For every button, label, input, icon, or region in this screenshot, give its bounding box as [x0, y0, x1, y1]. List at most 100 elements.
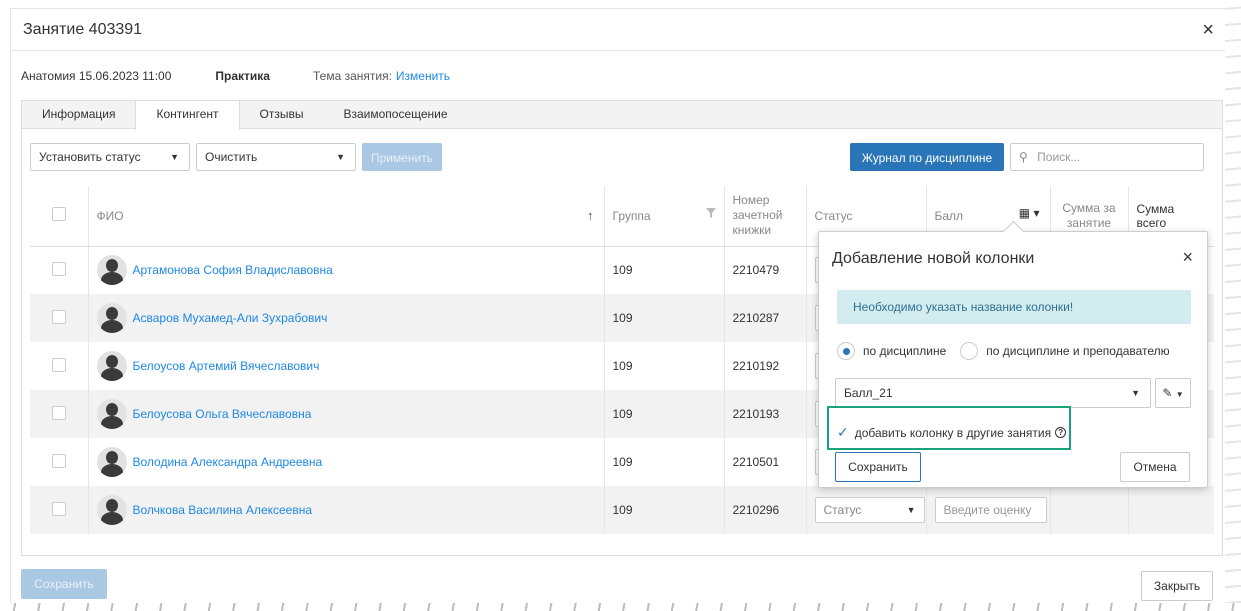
- change-topic-link[interactable]: Изменить: [396, 69, 450, 83]
- footer-save-button[interactable]: Сохранить: [21, 569, 107, 599]
- topic-label: Тема занятия:: [312, 69, 392, 83]
- radio-discipline-teacher-label: по дисциплине и преподавателю: [986, 344, 1170, 358]
- radio-discipline-label: по дисциплине: [863, 344, 947, 358]
- group-cell: 109: [604, 438, 725, 486]
- col-group-label: Группа: [612, 208, 651, 223]
- popover-title: Добавление новой колонки: [832, 250, 1035, 267]
- close-icon[interactable]: ×: [1182, 247, 1193, 268]
- col-fio[interactable]: ФИО ↑: [88, 186, 605, 247]
- student-name-link[interactable]: Белоусова Ольга Вячеславовна: [133, 407, 312, 421]
- row-select-cell: [30, 294, 89, 342]
- add-column-popover: Добавление новой колонки × Необходимо ук…: [818, 231, 1208, 488]
- avatar: [96, 495, 127, 525]
- clear-label: Очистить: [205, 150, 258, 164]
- journal-button[interactable]: Журнал по дисциплине: [850, 143, 1004, 171]
- chevron-down-icon: ▼: [906, 505, 916, 515]
- chevron-down-icon: ▼: [1175, 390, 1184, 399]
- tab-info[interactable]: Информация: [22, 101, 135, 128]
- row-checkbox[interactable]: [51, 261, 66, 276]
- grade-cell: Введите оценку: [926, 486, 1051, 534]
- tab-contingent[interactable]: Контингент: [135, 101, 240, 130]
- fio-cell: Володина Александра Андреевна: [88, 438, 605, 486]
- sort-asc-icon[interactable]: ↑: [587, 208, 594, 223]
- col-grade-label: Балл: [934, 208, 964, 223]
- grade-input[interactable]: Введите оценку: [934, 497, 1047, 523]
- row-select-cell: [30, 438, 89, 486]
- lesson-subject: Анатомия 15.06.2023 11:00: [21, 69, 172, 83]
- row-checkbox[interactable]: [51, 453, 66, 468]
- group-cell: 109: [604, 486, 725, 534]
- column-name-select[interactable]: Балл_21 ▼: [835, 378, 1151, 408]
- row-select-cell: [30, 246, 89, 294]
- sum-total-cell: [1128, 486, 1214, 534]
- lesson-type: Практика: [215, 69, 270, 83]
- avatar: [96, 399, 127, 429]
- status-select[interactable]: Статус ▼: [814, 497, 925, 523]
- pencil-icon: ✎: [1162, 386, 1173, 400]
- record-book-cell: 2210296: [724, 486, 807, 534]
- avatar: [96, 255, 127, 286]
- popover-save-button[interactable]: Сохранить: [835, 452, 921, 482]
- col-sum-lesson-label: Сумма за занятие: [1062, 200, 1116, 230]
- tab-reviews[interactable]: Отзывы: [240, 101, 324, 128]
- add-to-other-lessons-label: добавить колонку в другие занятия: [854, 425, 1052, 440]
- group-cell: 109: [604, 294, 725, 342]
- student-name-link[interactable]: Волчкова Василина Алексеевна: [133, 503, 313, 517]
- torn-edge-right: [1225, 0, 1241, 611]
- fio-cell: Артамонова София Владиславовна: [88, 246, 605, 294]
- row-checkbox[interactable]: [51, 501, 66, 516]
- lesson-info: Анатомия 15.06.2023 11:00 Практика Тема …: [21, 69, 450, 83]
- group-cell: 109: [604, 342, 725, 390]
- set-status-select[interactable]: Установить статус ▼: [30, 143, 190, 171]
- record-book-cell: 2210193: [724, 390, 807, 438]
- add-to-other-lessons-checkbox[interactable]: ✓ добавить колонку в другие занятия ?: [837, 424, 1067, 441]
- col-group[interactable]: Группа: [604, 186, 725, 247]
- validation-alert: Необходимо указать название колонки!: [837, 290, 1191, 324]
- record-book-cell: 2210192: [724, 342, 807, 390]
- avatar: [96, 351, 127, 381]
- row-checkbox[interactable]: [51, 309, 66, 324]
- search-placeholder: Поиск...: [1037, 150, 1081, 164]
- tab-bar: Информация Контингент Отзывы Взаимопосещ…: [22, 101, 1222, 130]
- col-sum-total-label: Сумма всего: [1136, 201, 1175, 230]
- modal-header: Занятие 403391 ×: [11, 9, 1226, 51]
- pencil-dropdown-button[interactable]: ✎ ▼: [1155, 378, 1191, 408]
- popover-cancel-button[interactable]: Отмена: [1120, 452, 1190, 482]
- row-checkbox[interactable]: [51, 405, 66, 420]
- torn-edge-bottom: [0, 603, 1241, 611]
- search-icon: ⚲: [1019, 150, 1028, 164]
- close-icon[interactable]: ×: [1202, 20, 1214, 40]
- search-input[interactable]: ⚲ Поиск...: [1010, 143, 1204, 171]
- avatar: [96, 447, 127, 477]
- chevron-down-icon: ▼: [1131, 388, 1140, 398]
- student-name-link[interactable]: Артамонова София Владиславовна: [133, 263, 333, 277]
- fio-cell: Волчкова Василина Алексеевна: [88, 486, 605, 534]
- tab-mutual-visits[interactable]: Взаимопосещение: [323, 101, 467, 128]
- student-name-link[interactable]: Володина Александра Андреевна: [133, 455, 323, 469]
- col-fio-label: ФИО: [96, 208, 124, 223]
- footer-close-button[interactable]: Закрыть: [1141, 571, 1213, 601]
- select-all-cell: [30, 186, 89, 247]
- select-all-checkbox[interactable]: [51, 207, 66, 222]
- group-cell: 109: [604, 246, 725, 294]
- set-status-label: Установить статус: [39, 150, 141, 164]
- column-settings-icon[interactable]: ▦ ▾: [1019, 206, 1040, 220]
- student-name-link[interactable]: Белоусов Артемий Вячеславович: [133, 359, 320, 373]
- group-cell: 109: [604, 390, 725, 438]
- status-cell: Статус ▼: [806, 486, 927, 534]
- fio-cell: Белоусова Ольга Вячеславовна: [88, 390, 605, 438]
- avatar: [96, 303, 127, 333]
- column-name-value: Балл_21: [844, 386, 893, 400]
- toolbar: Установить статус ▼ Очистить ▼ Применить…: [30, 143, 1214, 173]
- radio-discipline-teacher[interactable]: [960, 342, 979, 360]
- student-name-link[interactable]: Асваров Мухамед-Али Зухрабович: [133, 311, 328, 325]
- help-icon[interactable]: ?: [1055, 427, 1067, 438]
- screen: Занятие 403391 × Анатомия 15.06.2023 11:…: [0, 0, 1241, 611]
- filter-icon[interactable]: [705, 208, 716, 218]
- chevron-down-icon: ▼: [336, 152, 345, 162]
- radio-discipline[interactable]: [837, 342, 855, 360]
- clear-select[interactable]: Очистить ▼: [196, 143, 356, 171]
- apply-button[interactable]: Применить: [362, 143, 442, 171]
- fio-cell: Белоусов Артемий Вячеславович: [88, 342, 605, 390]
- row-checkbox[interactable]: [51, 357, 66, 372]
